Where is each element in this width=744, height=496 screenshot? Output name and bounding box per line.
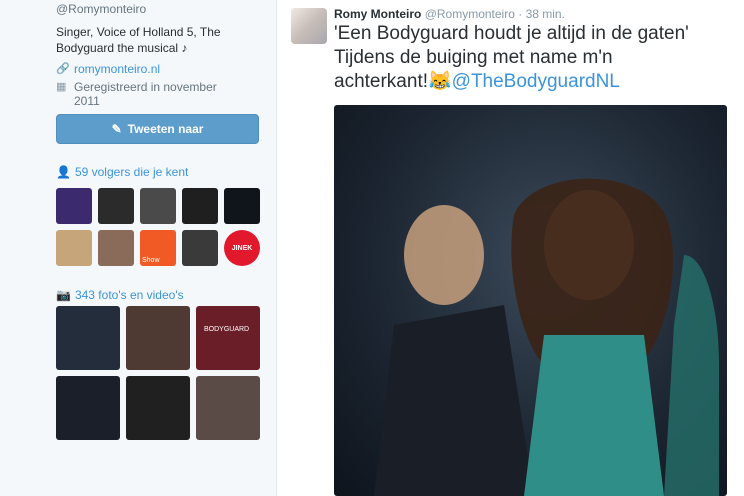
- media-grid: BODYGUARD: [56, 306, 260, 440]
- camera-icon: 📷: [56, 288, 71, 302]
- tweet-to-label: Tweeten naar: [127, 122, 204, 136]
- follower-avatar[interactable]: [98, 230, 134, 266]
- compose-icon: ✎: [111, 122, 122, 136]
- follower-avatar[interactable]: [224, 188, 260, 224]
- profile-website-row: 🔗 romymonteiro.nl: [56, 62, 160, 76]
- follower-avatar[interactable]: JINEK: [224, 230, 260, 266]
- media-thumbnail[interactable]: [56, 376, 120, 440]
- follower-avatar[interactable]: [140, 188, 176, 224]
- profile-joined: Geregistreerd in november 2011: [74, 80, 217, 108]
- follower-avatar[interactable]: [98, 188, 134, 224]
- media-thumbnail[interactable]: BODYGUARD: [196, 306, 260, 370]
- bio-line: Bodyguard the musical ♪: [56, 41, 188, 55]
- follower-avatar[interactable]: Show: [140, 230, 176, 266]
- avatar-text: Show: [142, 257, 160, 264]
- media-thumbnail[interactable]: [196, 376, 260, 440]
- tweet-timestamp[interactable]: · 38 min.: [518, 7, 565, 21]
- media-thumbnail[interactable]: [126, 376, 190, 440]
- tweet-mention[interactable]: @TheBodyguardNL: [452, 71, 620, 92]
- media-thumbnail[interactable]: [126, 306, 190, 370]
- profile-bio: Singer, Voice of Holland 5, The Bodyguar…: [56, 24, 256, 56]
- profile-sidebar: @Romymonteiro Singer, Voice of Holland 5…: [0, 0, 272, 496]
- media-link[interactable]: 📷 343 foto's en video's: [56, 288, 184, 302]
- follower-avatar[interactable]: [182, 188, 218, 224]
- calendar-icon: ▦: [56, 81, 67, 93]
- person-icon: 👤: [56, 165, 71, 179]
- media-text: BODYGUARD: [204, 326, 250, 333]
- link-icon: 🔗: [56, 63, 70, 75]
- media-thumbnail[interactable]: [56, 306, 120, 370]
- tweet-to-button[interactable]: ✎ Tweeten naar: [56, 114, 259, 144]
- follower-avatar[interactable]: [56, 230, 92, 266]
- followers-avatars: Show JINEK: [56, 188, 260, 266]
- profile-joined-row: ▦ Geregistreerd in november 2011: [56, 80, 217, 108]
- profile-handle[interactable]: @Romymonteiro: [56, 2, 146, 16]
- tweet-photo[interactable]: [334, 105, 727, 496]
- tweet-author-handle[interactable]: @Romymonteiro: [425, 7, 515, 21]
- avatar-text: JINEK: [231, 244, 253, 252]
- follower-avatar[interactable]: [56, 188, 92, 224]
- tweet-header: Romy Monteiro @Romymonteiro · 38 min.: [334, 7, 565, 21]
- stage-photo: [374, 178, 719, 496]
- profile-website-link[interactable]: romymonteiro.nl: [74, 62, 160, 76]
- timeline: Romy Monteiro @Romymonteiro · 38 min. 'E…: [276, 0, 744, 496]
- tweet-author-name[interactable]: Romy Monteiro: [334, 7, 421, 21]
- bio-line: Singer, Voice of Holland 5, The: [56, 25, 221, 39]
- tweet-author-avatar[interactable]: [291, 8, 327, 44]
- tweet-text: 'Een Bodyguard houdt je altijd in de gat…: [334, 23, 689, 92]
- follower-avatar[interactable]: [182, 230, 218, 266]
- followers-you-know-link[interactable]: 👤 59 volgers die je kent: [56, 165, 188, 179]
